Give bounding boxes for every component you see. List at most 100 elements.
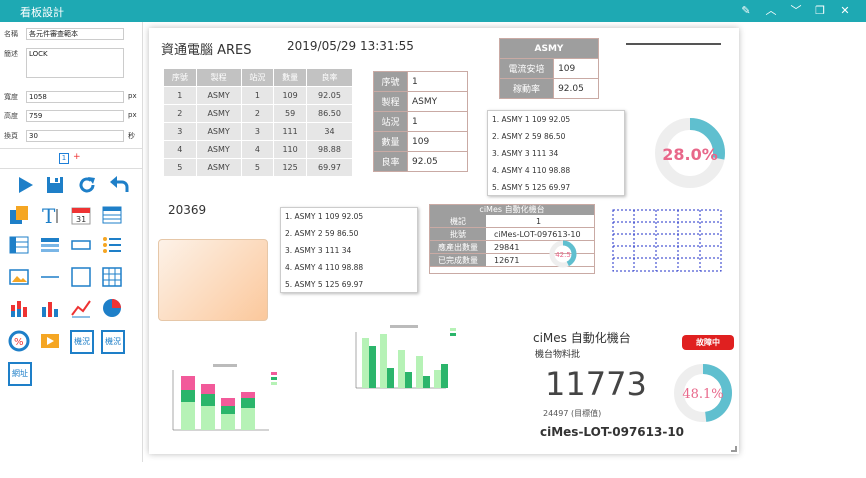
kv-value: 1 bbox=[407, 71, 468, 92]
url-widget[interactable]: 網址 bbox=[8, 362, 32, 386]
cimes-small-label: 機記 bbox=[430, 215, 486, 227]
kv-value: 1 bbox=[407, 111, 468, 132]
play-icon[interactable] bbox=[14, 174, 36, 196]
bullet-list-icon[interactable] bbox=[101, 234, 123, 256]
cimes-small-row: 機記 1 bbox=[430, 215, 594, 228]
bar bbox=[181, 390, 195, 402]
name-input[interactable]: 各元件審查範本 bbox=[26, 28, 124, 40]
counter-text[interactable]: 20369 bbox=[168, 203, 206, 217]
bar bbox=[201, 394, 215, 406]
kv-row: 數量 109 bbox=[373, 131, 468, 152]
list-panel-1[interactable]: 1. ASMY 1 109 92.05 2. ASMY 2 59 86.50 3. … bbox=[487, 110, 625, 196]
image-icon[interactable] bbox=[8, 266, 30, 288]
table-cell: 1 bbox=[163, 86, 197, 105]
bar bbox=[416, 356, 423, 388]
data-table[interactable]: 序號 製程 站況 數量 良率 1 ASMY 1 109 92.05 2 ASMY 2 59 86.50 3 A… bbox=[163, 68, 354, 177]
asmy-table[interactable]: ASMY 電流安培 109 稼動率 92.05 bbox=[498, 38, 599, 99]
table-cell: ASMY bbox=[195, 140, 242, 159]
table-header-cell: 製程 bbox=[195, 68, 242, 87]
cimes-small-value: 12671 bbox=[494, 256, 520, 265]
cimes-small-gauge-value: 42.5 bbox=[555, 251, 571, 259]
bar bbox=[241, 398, 255, 408]
bar bbox=[241, 408, 255, 430]
kv-label: 製程 bbox=[373, 91, 408, 112]
width-input[interactable]: 1058 bbox=[26, 91, 124, 103]
datetime-text[interactable]: 2019/05/29 13:31:55 bbox=[287, 39, 414, 53]
close-icon[interactable]: ✕ bbox=[837, 3, 853, 19]
pie-chart-icon[interactable] bbox=[101, 297, 123, 319]
kv-table[interactable]: 序號 1 製程 ASMY 站況 1 數量 109 良率 92.05 bbox=[373, 71, 468, 172]
line-icon[interactable] bbox=[39, 266, 61, 288]
line-element[interactable] bbox=[626, 43, 721, 45]
list-item: 2. ASMY 2 59 86.50 bbox=[492, 132, 566, 141]
cimes-big-subtitle[interactable]: 機台物料批 bbox=[535, 347, 580, 360]
percent-gauge-icon[interactable]: % bbox=[8, 330, 30, 352]
stacked-bar-chart-thumbnail[interactable] bbox=[161, 362, 291, 442]
bar bbox=[181, 402, 195, 430]
grid-list-icon[interactable] bbox=[39, 234, 61, 256]
video-icon[interactable] bbox=[39, 330, 61, 352]
height-input[interactable]: 759 bbox=[26, 110, 124, 122]
width-row: 寬度 1058 px bbox=[4, 91, 140, 103]
kv-label: 序號 bbox=[373, 71, 408, 92]
donut-gauge-bottom[interactable]: 48.1% bbox=[672, 362, 734, 424]
stacked-bar-icon[interactable] bbox=[8, 297, 30, 319]
lot-number[interactable]: ciMes-LOT-097613-10 bbox=[540, 425, 684, 439]
table-cell: 86.50 bbox=[305, 104, 354, 123]
table-cell: 110 bbox=[273, 140, 307, 159]
page-tab-1[interactable]: 1 bbox=[59, 153, 69, 164]
donut-gauge-top[interactable]: 28.0% bbox=[652, 115, 728, 191]
cimes-small-label: 已完成數量 bbox=[430, 254, 486, 266]
table-header-cell: 數量 bbox=[273, 68, 307, 87]
chevron-down-icon[interactable]: ﹀ bbox=[788, 3, 804, 19]
layers-icon[interactable] bbox=[8, 204, 30, 226]
grid-icon[interactable] bbox=[101, 266, 123, 288]
dashed-grid[interactable] bbox=[612, 209, 722, 272]
table-row: 2 ASMY 2 59 86.50 bbox=[163, 104, 354, 123]
restore-icon[interactable]: ❐ bbox=[812, 3, 828, 19]
cimes-small-widget[interactable]: ciMes 自動化機台 機記 1 批號 ciMes-LOT-097613-10 應產出數… bbox=[429, 204, 595, 274]
sub-number[interactable]: 24497 (目標值) bbox=[543, 408, 601, 419]
cimes-big-title[interactable]: ciMes 自動化機台 bbox=[533, 329, 631, 346]
list-view-icon[interactable] bbox=[8, 234, 30, 256]
undo-icon[interactable] bbox=[108, 174, 130, 196]
kv-label: 良率 bbox=[373, 151, 408, 172]
table-icon[interactable] bbox=[101, 204, 123, 226]
chevron-up-icon[interactable]: ︿ bbox=[763, 3, 779, 19]
rectangle-icon[interactable] bbox=[70, 266, 92, 288]
refresh-label: 換頁 bbox=[4, 132, 18, 140]
table-header-cell: 序號 bbox=[163, 68, 197, 87]
save-icon[interactable] bbox=[44, 174, 66, 196]
refresh-input[interactable]: 30 bbox=[26, 130, 124, 142]
edit-icon[interactable]: ✎ bbox=[738, 3, 754, 19]
kv-value: 92.05 bbox=[407, 151, 468, 172]
add-page-button[interactable]: + bbox=[73, 152, 81, 162]
status-widget-1[interactable]: 機況 bbox=[70, 330, 94, 354]
desc-textarea[interactable]: LOCK bbox=[26, 48, 124, 78]
table-cell: 59 bbox=[273, 104, 307, 123]
refresh-icon[interactable] bbox=[76, 174, 98, 196]
property-panel: 名稱 各元件審查範本 簡述 LOCK 寬度 1058 px 高度 759 px … bbox=[0, 22, 143, 462]
asmy-header: ASMY bbox=[499, 38, 599, 59]
calendar-icon[interactable]: 31 bbox=[70, 204, 92, 226]
header-title[interactable]: 資通電腦 ARES bbox=[161, 39, 252, 58]
bar-chart-icon[interactable] bbox=[39, 297, 61, 319]
svg-text:%: % bbox=[14, 337, 24, 348]
text-icon[interactable]: T bbox=[39, 204, 61, 226]
table-cell: 2 bbox=[163, 104, 197, 123]
list-panel-2[interactable]: 1. ASMY 1 109 92.05 2. ASMY 2 59 86.50 3. … bbox=[280, 207, 418, 293]
line-chart-icon[interactable] bbox=[70, 297, 92, 319]
cimes-small-value: 29841 bbox=[494, 243, 520, 252]
bar bbox=[398, 350, 405, 388]
title-bar: 看板設計 ✎ ︿ ﹀ ❐ ✕ bbox=[0, 0, 866, 22]
design-canvas[interactable]: 資通電腦 ARES 2019/05/29 13:31:55 序號 製程 站況 數量 良率… bbox=[149, 28, 739, 454]
input-box-icon[interactable] bbox=[70, 234, 92, 256]
status-badge[interactable]: 故障中 bbox=[682, 335, 734, 350]
status-widget-2[interactable]: 機況 bbox=[101, 330, 125, 354]
gradient-box[interactable] bbox=[158, 239, 268, 321]
big-number[interactable]: 11773 bbox=[545, 365, 647, 403]
bar bbox=[441, 364, 448, 388]
grouped-bar-chart-thumbnail[interactable] bbox=[342, 324, 472, 404]
table-cell: 2 bbox=[240, 104, 275, 123]
resize-handle[interactable] bbox=[731, 446, 737, 452]
